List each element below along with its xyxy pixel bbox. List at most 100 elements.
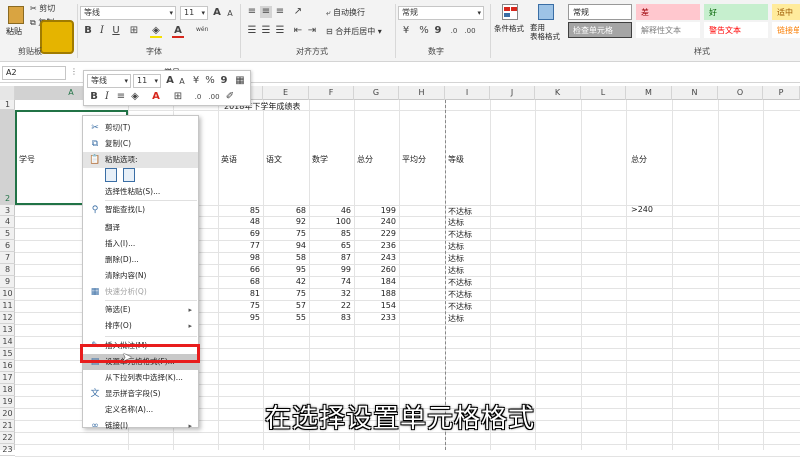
menu-item-10[interactable]: 筛选(E) ▸ — [83, 302, 198, 318]
row-header-23[interactable]: 23 — [0, 444, 15, 456]
row-header-6[interactable]: 6 — [0, 240, 15, 252]
indent-decrease-icon[interactable]: ⇤ — [292, 25, 304, 37]
column-header-J[interactable]: J — [490, 86, 535, 100]
menu-item-3[interactable]: 选择性粘贴(S)... — [83, 184, 198, 200]
cell-style-1[interactable]: 差 — [636, 4, 700, 20]
cell-style-4[interactable]: 检查单元格 — [568, 22, 632, 38]
merge-center-button[interactable]: ⊟ 合并后居中 ▾ — [326, 25, 382, 39]
increase-decimal-icon[interactable]: .0 — [448, 25, 460, 37]
column-header-L[interactable]: L — [581, 86, 626, 100]
row-header-10[interactable]: 10 — [0, 288, 15, 300]
phonetic-button[interactable]: wén — [196, 24, 208, 36]
percent-button[interactable]: % — [418, 25, 430, 37]
row-header-4[interactable]: 4 — [0, 216, 15, 228]
wrap-text-button[interactable]: ⤶ 自动换行 — [326, 6, 365, 20]
menu-item-0[interactable]: ✂ 剪切(T) — [83, 120, 198, 136]
paste-option-icon[interactable] — [105, 168, 117, 182]
underline-button[interactable]: U — [110, 25, 122, 37]
grow-font-button[interactable]: A — [211, 7, 223, 19]
fill-color-button[interactable]: ◈ — [150, 25, 162, 38]
row-header-12[interactable]: 12 — [0, 312, 15, 324]
align-bottom-icon[interactable]: ≡ — [274, 6, 286, 18]
decrease-decimal-icon[interactable]: .00 — [464, 25, 476, 37]
paste-button[interactable]: 粘贴 — [4, 4, 28, 38]
menu-item-7[interactable]: 删除(D)... — [83, 252, 198, 268]
mini-format-painter-icon[interactable]: ✐ — [224, 91, 236, 103]
cell-style-3[interactable]: 适中 — [772, 4, 800, 20]
format-as-table-button[interactable]: 套用 表格格式 — [528, 4, 564, 44]
mini-bold-button[interactable]: B — [88, 91, 100, 103]
row-header-1[interactable]: 1 — [0, 100, 15, 110]
cell-style-5[interactable]: 解释性文本 — [636, 22, 700, 38]
align-top-icon[interactable]: ≡ — [246, 6, 258, 18]
mini-increase-decimal-icon[interactable]: .0 — [192, 91, 204, 103]
number-format-combo[interactable]: 常规 ▾ — [398, 6, 484, 20]
column-header-H[interactable]: H — [399, 86, 445, 100]
column-header-N[interactable]: N — [672, 86, 718, 100]
menu-item-11[interactable]: 排序(O) ▸ — [83, 318, 198, 334]
mini-shrink-font-icon[interactable]: A — [176, 76, 188, 88]
menu-item-8[interactable]: 清除内容(N) — [83, 268, 198, 284]
row-header-18[interactable]: 18 — [0, 384, 15, 396]
column-header-P[interactable]: P — [763, 86, 800, 100]
name-box[interactable]: A2 — [2, 66, 66, 80]
row-header-14[interactable]: 14 — [0, 336, 15, 348]
row-header-5[interactable]: 5 — [0, 228, 15, 240]
column-header-G[interactable]: G — [354, 86, 399, 100]
align-center-icon[interactable]: ☰ — [260, 25, 272, 37]
align-left-icon[interactable]: ☰ — [246, 25, 258, 37]
mini-grow-font-icon[interactable]: A — [164, 75, 176, 87]
row-header-17[interactable]: 17 — [0, 372, 15, 384]
conditional-format-button[interactable]: 条件格式 — [494, 4, 526, 44]
mini-font-color-icon[interactable]: A — [150, 91, 162, 103]
mini-fill-color-icon[interactable]: ◈ — [129, 91, 141, 103]
menu-item-2[interactable]: 📋 粘贴选项: — [83, 152, 198, 168]
font-size-combo[interactable]: 11 ▾ — [180, 6, 208, 20]
font-color-button[interactable]: A — [172, 25, 184, 38]
font-name-combo[interactable]: 等线 ▾ — [80, 6, 176, 20]
row-header-13[interactable]: 13 — [0, 324, 15, 336]
formula-input[interactable]: 学号 — [160, 66, 796, 80]
select-all-corner[interactable] — [0, 86, 15, 100]
mini-comma-button[interactable]: 9 — [218, 75, 230, 87]
bold-button[interactable]: B — [82, 25, 94, 37]
currency-icon[interactable]: ¥ — [400, 25, 412, 37]
mini-align-icon[interactable]: ≡ — [115, 91, 127, 103]
align-middle-icon[interactable]: ≡ — [260, 6, 272, 18]
mini-percent-button[interactable]: % — [204, 75, 216, 87]
paste-values-icon[interactable] — [123, 168, 135, 182]
border-button[interactable]: ⊞ — [128, 25, 140, 37]
row-header-15[interactable]: 15 — [0, 348, 15, 360]
mini-currency-icon[interactable]: ¥ — [190, 75, 202, 87]
menu-item-4[interactable]: ⚲ 智能查找(L) — [83, 202, 198, 218]
row-header-2[interactable]: 2 — [0, 110, 15, 205]
italic-button[interactable]: I — [96, 25, 108, 37]
column-header-M[interactable]: M — [626, 86, 672, 100]
menu-item-6[interactable]: 插入(I)... — [83, 236, 198, 252]
column-header-O[interactable]: O — [718, 86, 763, 100]
cell-style-7[interactable]: 链接单 — [772, 22, 800, 38]
column-header-F[interactable]: F — [309, 86, 354, 100]
column-header-E[interactable]: E — [263, 86, 309, 100]
align-right-icon[interactable]: ☰ — [274, 25, 286, 37]
mini-italic-button[interactable]: I — [101, 91, 113, 103]
menu-item-5[interactable]: 翻译 — [83, 220, 198, 236]
indent-increase-icon[interactable]: ⇥ — [306, 25, 318, 37]
name-box-dropdown-icon[interactable]: ⋮ — [70, 67, 78, 76]
mini-border-icon[interactable]: ⊞ — [172, 91, 184, 103]
mini-decrease-decimal-icon[interactable]: .00 — [208, 91, 220, 103]
row-header-7[interactable]: 7 — [0, 252, 15, 264]
row-header-11[interactable]: 11 — [0, 300, 15, 312]
cell-style-0[interactable]: 常规 — [568, 4, 632, 20]
mini-font-combo[interactable]: 等线 ▾ — [87, 74, 131, 88]
orientation-icon[interactable]: ↗ — [292, 6, 304, 18]
row-header-9[interactable]: 9 — [0, 276, 15, 288]
mini-size-combo[interactable]: 11 ▾ — [133, 74, 161, 88]
comma-button[interactable]: 9 — [432, 25, 444, 37]
menu-item-1[interactable]: ⧉ 复制(C) — [83, 136, 198, 152]
cut-button[interactable]: ✂ 剪切 — [30, 2, 55, 16]
row-header-3[interactable]: 3 — [0, 205, 15, 216]
row-header-8[interactable]: 8 — [0, 264, 15, 276]
cell-style-6[interactable]: 警告文本 — [704, 22, 768, 38]
row-header-16[interactable]: 16 — [0, 360, 15, 372]
